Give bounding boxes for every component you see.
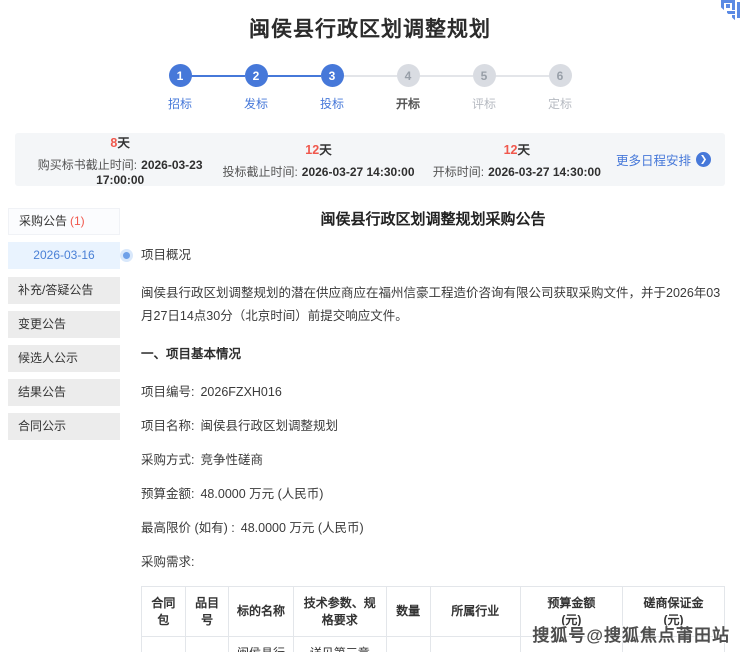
field-purchase-demand: 采购需求:	[141, 551, 725, 570]
sidebar-item-label: 合同公示	[18, 419, 66, 433]
schedule-item-bid-deadline: 12天 投标截止时间: 2026-03-27 14:30:00	[219, 139, 417, 180]
deadline-label: 购买标书截止时间:	[38, 158, 137, 172]
step-1-label: 招标	[168, 95, 192, 112]
days-number: 12	[504, 143, 518, 157]
chevron-right-circle-icon: ❯	[696, 152, 711, 167]
field-purchase-method: 采购方式: 竞争性磋商	[141, 449, 725, 468]
more-schedule-link[interactable]: 更多日程安排 ❯	[616, 150, 711, 169]
field-label: 最高限价 (如有) :	[141, 521, 235, 535]
overview-heading: 项目概况	[141, 244, 725, 267]
sidebar-item-label: 采购公告	[19, 214, 67, 228]
step-pingbiao: 5 评标	[446, 64, 522, 112]
step-1-circle: 1	[169, 64, 192, 87]
col-header-contract-package: 合同包	[142, 587, 186, 637]
field-value: 48.0000 万元 (人民币)	[241, 521, 364, 535]
watermark: 搜狐号@搜狐焦点莆田站	[532, 621, 730, 646]
step-4-label: 开标	[396, 95, 420, 112]
timeline-dot-icon	[123, 252, 130, 259]
col-header-industry: 所属行业	[430, 587, 520, 637]
field-max-price: 最高限价 (如有) : 48.0000 万元 (人民币)	[141, 517, 725, 536]
cell-industry: 其他未列明行业	[430, 637, 520, 652]
step-4-circle: 4	[397, 64, 420, 87]
schedule-bar: 8天 购买标书截止时间:2026-03-23 17:00:00 12天 投标截止…	[15, 133, 725, 186]
announcement-content: 闽侯县行政区划调整规划采购公告 项目概况 闽侯县行政区划调整规划的潜在供应商应在…	[141, 208, 725, 652]
cell-quantity: 1项	[386, 637, 430, 652]
schedule-item-open-time: 12天 开标时间: 2026-03-27 14:30:00	[418, 139, 616, 180]
sidebar-item-supplement-announcement[interactable]: 补充/答疑公告	[8, 277, 120, 304]
field-project-number: 项目编号: 2026FZXH016	[141, 381, 725, 400]
deadline-label: 开标时间:	[433, 165, 484, 179]
step-6-circle: 6	[549, 64, 572, 87]
step-fabiao: 2 发标	[218, 64, 294, 112]
days-remaining: 12天	[219, 139, 417, 158]
section1-heading: 一、项目基本情况	[141, 343, 725, 366]
field-value: 2026FZXH016	[200, 385, 281, 399]
sidebar-item-contract-publicity[interactable]: 合同公示	[8, 413, 120, 440]
days-remaining: 12天	[418, 139, 616, 158]
col-header-item-number: 品目号	[185, 587, 229, 637]
sidebar-item-purchase-announcement[interactable]: 采购公告(1)	[8, 208, 120, 235]
col-header-subject-name: 标的名称	[229, 587, 293, 637]
sidebar-item-label: 变更公告	[18, 317, 66, 331]
step-6-label: 定标	[548, 95, 572, 112]
qr-code-corner-icon[interactable]	[713, 0, 740, 22]
page-title: 闽侯县行政区划调整规划	[0, 0, 740, 43]
deadline-time: 2026-03-27 14:30:00	[488, 165, 601, 179]
cell-contract-package: 1	[142, 637, 186, 652]
cell-tech-spec: 详见第三章《招标内容及要求》	[293, 637, 386, 652]
days-remaining: 8天	[21, 132, 219, 151]
cell-subject-name: 闽侯县行政区划调整规划	[229, 637, 293, 652]
announcement-sidebar: 采购公告(1) 2026-03-16 补充/答疑公告 变更公告 候选人公示 结果…	[8, 208, 120, 652]
progress-stepper: 1 招标 2 发标 3 投标 4 开标 5 评标 6 定标	[0, 64, 740, 112]
sidebar-item-result-announcement[interactable]: 结果公告	[8, 379, 120, 406]
sidebar-item-label: 结果公告	[18, 385, 66, 399]
field-value: 48.0000 万元 (人民币)	[200, 487, 323, 501]
more-schedule-label: 更多日程安排	[616, 150, 691, 169]
step-3-circle: 3	[321, 64, 344, 87]
step-dingbiao: 6 定标	[522, 64, 598, 112]
step-2-label: 发标	[244, 95, 268, 112]
field-label: 采购方式:	[141, 453, 194, 467]
announcement-count-badge: (1)	[70, 214, 85, 228]
schedule-item-purchase-deadline: 8天 购买标书截止时间:2026-03-23 17:00:00	[21, 132, 219, 187]
step-kaibiao: 4 开标	[370, 64, 446, 112]
sidebar-item-candidate-publicity[interactable]: 候选人公示	[8, 345, 120, 372]
overview-text: 闽侯县行政区划调整规划的潜在供应商应在福州信豪工程造价咨询有限公司获取采购文件，…	[141, 282, 725, 328]
col-header-quantity: 数量	[386, 587, 430, 637]
field-label: 采购需求:	[141, 555, 194, 569]
field-label: 项目编号:	[141, 385, 194, 399]
days-number: 12	[305, 143, 319, 157]
step-3-label: 投标	[320, 95, 344, 112]
days-unit: 天	[319, 143, 332, 157]
col-header-tech-spec: 技术参数、规格要求	[293, 587, 386, 637]
cell-item-number: 1-1	[185, 637, 229, 652]
step-5-label: 评标	[472, 95, 496, 112]
announcement-title: 闽侯县行政区划调整规划采购公告	[141, 208, 725, 229]
sidebar-item-label: 补充/答疑公告	[18, 283, 93, 297]
days-unit: 天	[117, 136, 130, 150]
field-value: 竞争性磋商	[200, 453, 263, 467]
field-label: 预算金额:	[141, 487, 194, 501]
sidebar-item-change-announcement[interactable]: 变更公告	[8, 311, 120, 338]
step-toubiao: 3 投标	[294, 64, 370, 112]
field-value: 闽侯县行政区划调整规划	[200, 419, 338, 433]
deadline-label: 投标截止时间:	[222, 165, 297, 179]
announcement-date: 2026-03-16	[33, 248, 94, 262]
days-unit: 天	[518, 143, 531, 157]
sidebar-item-label: 候选人公示	[18, 351, 78, 365]
field-project-name: 项目名称: 闽侯县行政区划调整规划	[141, 415, 725, 434]
step-5-circle: 5	[473, 64, 496, 87]
sidebar-item-date[interactable]: 2026-03-16	[8, 242, 120, 269]
step-zhaobiao: 1 招标	[142, 64, 218, 112]
field-label: 项目名称:	[141, 419, 194, 433]
deadline-time: 2026-03-27 14:30:00	[302, 165, 415, 179]
field-budget-amount: 预算金额: 48.0000 万元 (人民币)	[141, 483, 725, 502]
step-2-circle: 2	[245, 64, 268, 87]
